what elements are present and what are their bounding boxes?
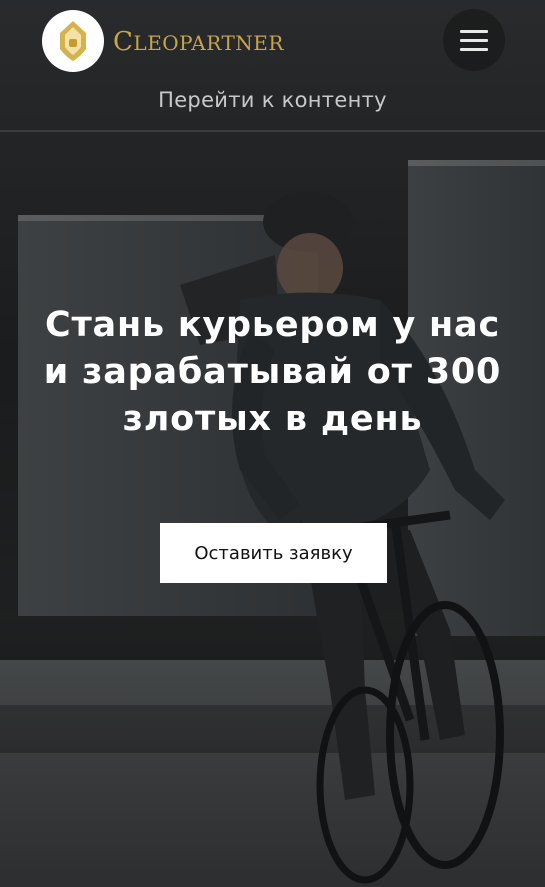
logo[interactable]: [42, 10, 104, 72]
menu-button[interactable]: [443, 9, 505, 71]
cyclist-image: [180, 192, 505, 884]
hero-section: [0, 0, 545, 887]
hamburger-icon-line: [460, 47, 488, 51]
skip-to-content-link[interactable]: Перейти к контенту: [0, 88, 545, 112]
brand-rest: LEOPARTNER: [133, 31, 284, 55]
brand-name[interactable]: CLEOPARTNER: [113, 26, 284, 58]
site-header: CLEOPARTNER: [0, 0, 545, 86]
brand-initial: C: [113, 27, 134, 57]
submit-application-button[interactable]: Оставить заявку: [160, 523, 387, 583]
hero-headline: Стань курьером у нас и зарабатывай от 30…: [43, 305, 502, 439]
hamburger-icon-line: [460, 38, 488, 42]
pharaoh-logo-icon: [60, 21, 86, 61]
hamburger-icon: [460, 29, 488, 33]
